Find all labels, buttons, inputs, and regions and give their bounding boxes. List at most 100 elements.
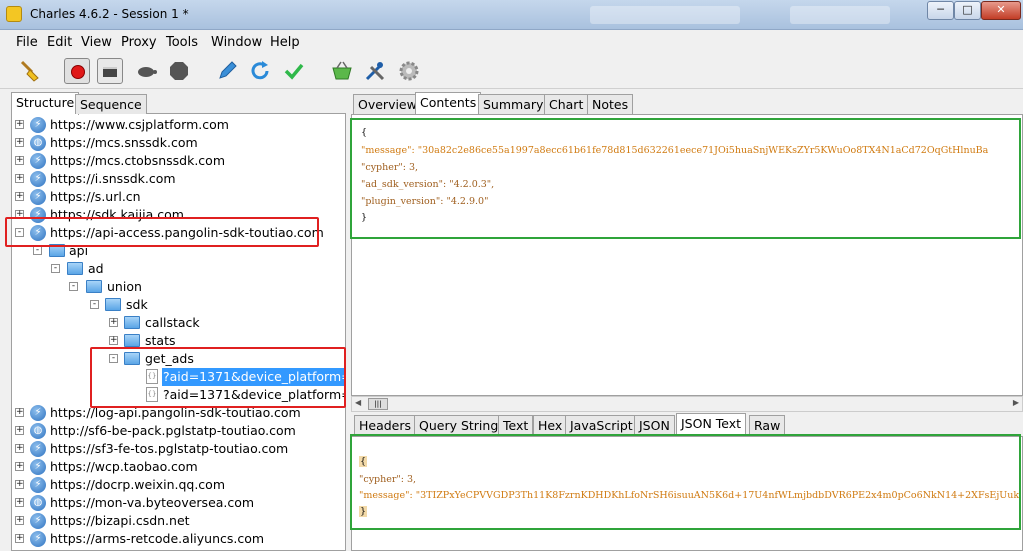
menu-tools[interactable]: Tools: [166, 35, 198, 50]
scrollbar-thumb[interactable]: |||: [368, 398, 388, 410]
menu-proxy[interactable]: Proxy: [121, 35, 157, 50]
expand-icon[interactable]: +: [15, 480, 24, 489]
lightning-icon: ⚡: [30, 513, 46, 529]
tab-javascript[interactable]: JavaScript: [565, 415, 638, 435]
scroll-left-icon[interactable]: ◀: [355, 398, 361, 407]
tab-headers[interactable]: Headers: [354, 415, 417, 435]
expand-icon[interactable]: +: [15, 120, 24, 129]
tab-sequence[interactable]: Sequence: [75, 94, 147, 114]
expand-icon[interactable]: +: [15, 156, 24, 165]
tab-json-text[interactable]: JSON Text: [676, 413, 747, 436]
highlight-get-ads-box: [90, 347, 346, 408]
title-bar-blur: [590, 6, 740, 24]
tree-folder-label: callstack: [145, 315, 200, 330]
tab-contents[interactable]: Contents: [415, 92, 482, 115]
tab-text[interactable]: Text: [498, 415, 534, 435]
lightning-icon: ⚡: [30, 171, 46, 187]
expand-icon[interactable]: +: [15, 174, 24, 183]
folder-icon: [86, 280, 102, 293]
tree-host-label: https://mon-va.byteoversea.com: [50, 495, 255, 510]
globe-icon: ◍: [30, 495, 46, 511]
collapse-icon[interactable]: -: [90, 300, 99, 309]
menu-help[interactable]: Help: [270, 35, 300, 50]
tree-folder-label: ad: [88, 261, 104, 276]
basket-icon[interactable]: [330, 59, 354, 83]
tab-summary[interactable]: Summary: [478, 94, 549, 114]
title-bar: Charles 4.6.2 - Session 1 * ─ □ ✕: [0, 0, 1023, 30]
expand-icon[interactable]: +: [15, 426, 24, 435]
expand-icon[interactable]: +: [15, 516, 24, 525]
menu-window[interactable]: Window: [211, 35, 262, 50]
menu-view[interactable]: View: [81, 35, 112, 50]
tree-host-label: https://mcs.ctobsnssdk.com: [50, 153, 225, 168]
maximize-button[interactable]: □: [954, 1, 981, 20]
lightning-icon: ⚡: [30, 189, 46, 205]
expand-icon[interactable]: +: [15, 498, 24, 507]
folder-icon: [105, 298, 121, 311]
expand-icon[interactable]: +: [15, 444, 24, 453]
gear-icon[interactable]: [397, 59, 421, 83]
lightning-icon: ⚡: [30, 477, 46, 493]
tab-notes[interactable]: Notes: [587, 94, 634, 114]
expand-icon[interactable]: +: [15, 138, 24, 147]
left-tab-bar: Structure Sequence: [11, 92, 346, 115]
tree-host-label: https://bizapi.csdn.net: [50, 513, 190, 528]
broom-icon[interactable]: [18, 59, 42, 83]
tree-host-label: https://i.snssdk.com: [50, 171, 176, 186]
lightning-icon: ⚡: [30, 441, 46, 457]
tree-host-label: https://s.url.cn: [50, 189, 141, 204]
tree-folder-label: sdk: [126, 297, 148, 312]
toolbar: [0, 53, 1023, 89]
expand-icon[interactable]: +: [15, 192, 24, 201]
lightning-icon: ⚡: [30, 531, 46, 547]
folder-icon: [124, 334, 140, 347]
lightning-icon: ⚡: [30, 459, 46, 475]
collapse-icon[interactable]: -: [69, 282, 78, 291]
response-tab-bar: Headers Query String Text Hex JavaScript…: [351, 413, 1023, 436]
request-horizontal-scrollbar[interactable]: ◀ ||| ▶: [351, 396, 1023, 412]
breakpoint-icon[interactable]: [167, 59, 191, 83]
tab-query-string[interactable]: Query String: [414, 415, 504, 435]
tab-overview[interactable]: Overview: [353, 94, 422, 114]
tree-host-label: http://sf6-be-pack.pglstatp-toutiao.com: [50, 423, 296, 438]
tree-host-label: https://sf3-fe-tos.pglstatp-toutiao.com: [50, 441, 289, 456]
structure-tree: + ⚡ https://www.csjplatform.com + ◍ https://…: [11, 114, 346, 551]
collapse-icon[interactable]: -: [51, 264, 60, 273]
title-bar-blur-2: [790, 6, 890, 24]
folder-icon: [67, 262, 83, 275]
record-icon[interactable]: [64, 58, 90, 84]
collapse-icon[interactable]: -: [33, 246, 42, 255]
menu-file[interactable]: File: [16, 35, 38, 50]
expand-icon[interactable]: +: [15, 408, 24, 417]
lightning-icon: ⚡: [30, 405, 46, 421]
menu-bar: File Edit View Proxy Tools Window Help: [0, 31, 1023, 53]
pen-icon[interactable]: [215, 59, 239, 83]
expand-icon[interactable]: +: [109, 318, 118, 327]
expand-icon[interactable]: +: [15, 462, 24, 471]
turtle-icon[interactable]: [134, 59, 158, 83]
tree-host-label: https://docrp.weixin.qq.com: [50, 477, 225, 492]
globe-icon: ◍: [30, 135, 46, 151]
menu-edit[interactable]: Edit: [47, 35, 72, 50]
tab-raw[interactable]: Raw: [749, 415, 786, 435]
tree-host-label: https://www.csjplatform.com: [50, 117, 229, 132]
folder-icon: [124, 316, 140, 329]
window-title: Charles 4.6.2 - Session 1 *: [30, 7, 189, 21]
lightning-icon: ⚡: [30, 117, 46, 133]
tree-folder-label: union: [107, 279, 142, 294]
close-button[interactable]: ✕: [981, 1, 1021, 20]
tools-icon[interactable]: [363, 59, 387, 83]
refresh-icon[interactable]: [248, 59, 272, 83]
minimize-button[interactable]: ─: [927, 1, 954, 20]
check-icon[interactable]: [282, 59, 306, 83]
throttle-icon[interactable]: [97, 58, 123, 84]
expand-icon[interactable]: +: [15, 534, 24, 543]
tree-host-label: https://mcs.snssdk.com: [50, 135, 198, 150]
expand-icon[interactable]: +: [109, 336, 118, 345]
scroll-right-icon[interactable]: ▶: [1013, 398, 1019, 407]
tab-structure[interactable]: Structure: [11, 92, 80, 115]
tab-hex[interactable]: Hex: [533, 415, 568, 435]
tab-chart[interactable]: Chart: [544, 94, 589, 114]
charles-app-icon: [6, 6, 22, 22]
tab-json[interactable]: JSON: [634, 415, 675, 435]
